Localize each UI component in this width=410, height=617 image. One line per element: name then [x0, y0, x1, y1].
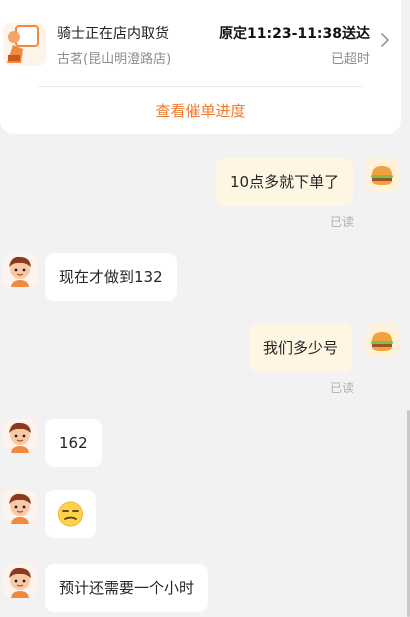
- read-receipt: 已读: [330, 381, 355, 395]
- message-bubble-rider[interactable]: 162: [45, 419, 102, 467]
- message-bubble-rider-emoji[interactable]: [45, 490, 96, 538]
- rider-avatar-icon[interactable]: [3, 564, 37, 598]
- message-bubble-user[interactable]: 我们多少号: [249, 324, 353, 372]
- unamused-face-icon: [58, 501, 83, 527]
- message-bubble-rider[interactable]: 预计还需要一个小时: [45, 564, 209, 612]
- message-bubble-rider[interactable]: 现在才做到132: [45, 253, 177, 301]
- read-receipt: 已读: [330, 215, 355, 229]
- rider-thumbnail: [3, 23, 46, 66]
- message-bubble-user[interactable]: 10点多就下单了: [216, 158, 354, 206]
- rider-avatar-icon[interactable]: [3, 419, 37, 453]
- overdue-label: 已超时: [330, 52, 370, 67]
- user-avatar-hamburger-icon[interactable]: [365, 324, 399, 358]
- order-status-card[interactable]: 骑士正在店内取货 古茗(昆山明澄路店) 原定11:23-11:38送达 已超时 …: [0, 0, 401, 134]
- rider-avatar-icon[interactable]: [3, 490, 37, 524]
- chevron-right-icon[interactable]: [379, 32, 391, 48]
- rider-avatar-icon[interactable]: [3, 253, 37, 287]
- user-avatar-hamburger-icon[interactable]: [365, 158, 399, 192]
- view-urge-progress-link[interactable]: 查看催单进度: [0, 100, 401, 121]
- store-name: 古茗(昆山明澄路店): [57, 52, 172, 67]
- delivery-eta: 原定11:23-11:38送达: [219, 26, 370, 42]
- order-status-text: 骑士正在店内取货: [57, 26, 169, 42]
- card-divider: [38, 86, 363, 87]
